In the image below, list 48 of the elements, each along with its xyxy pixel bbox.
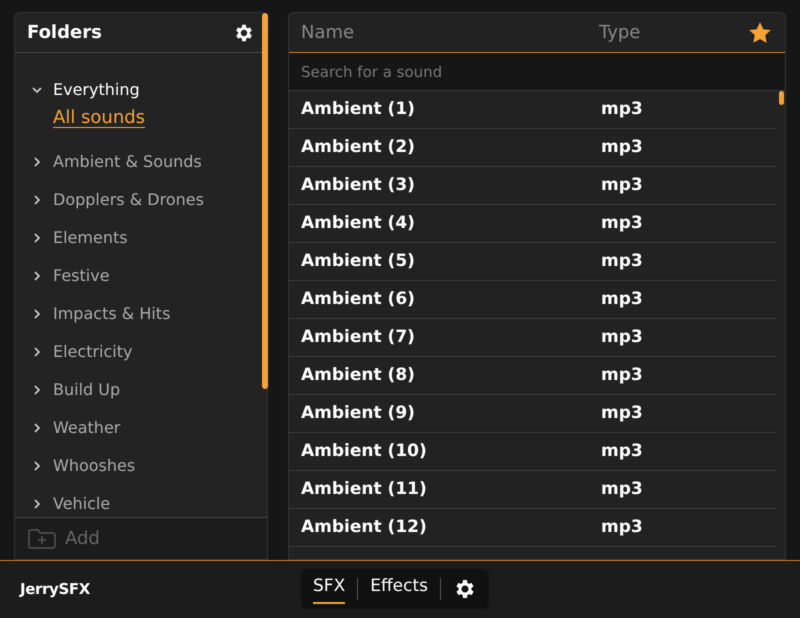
table-cell-text: mp3 — [601, 478, 643, 501]
table-cell-text: mp3 — [601, 98, 643, 121]
table-cell-text: Ambient (2) — [301, 136, 416, 159]
table-cell-text: Ambient (10) — [301, 440, 428, 463]
table-cell-text: Ambient (12) — [301, 516, 428, 539]
table-cell-text: Ambient (3) — [301, 174, 416, 197]
table-cell-text: mp3 — [601, 402, 643, 425]
table-cell-text: Ambient (6) — [301, 288, 416, 311]
table-cell-text: Ambient (1) — [301, 98, 416, 121]
folder-item[interactable]: Everything — [53, 78, 140, 102]
scrollbar-thumb[interactable] — [779, 91, 784, 105]
table-cell-text: Ambient (9) — [301, 402, 416, 425]
panel-title: Folders — [27, 21, 102, 45]
column-header[interactable]: Name — [301, 19, 599, 46]
folder-item[interactable]: Impacts & Hits — [53, 302, 170, 326]
tab[interactable]: SFX — [313, 574, 346, 604]
folder-plus-icon — [27, 528, 57, 550]
folder-link[interactable]: All sounds — [53, 104, 146, 130]
table-cell-text: mp3 — [601, 174, 643, 197]
folder-item[interactable]: Vehicle — [53, 492, 110, 516]
table-cell-text: mp3 — [601, 212, 643, 235]
folder-item[interactable]: Elements — [53, 226, 128, 250]
table-cell-text: Ambient (8) — [301, 364, 416, 387]
table-cell-text: Ambient (11) — [301, 478, 428, 501]
star-icon[interactable] — [747, 20, 773, 46]
table-cell-text: mp3 — [601, 516, 643, 539]
tab[interactable]: Effects — [370, 574, 428, 604]
folder-item[interactable]: Whooshes — [53, 454, 136, 478]
folder-item[interactable]: Electricity — [53, 340, 132, 364]
folder-item[interactable]: Ambient & Sounds — [53, 150, 202, 174]
table-cell-text: Ambient (5) — [301, 250, 416, 273]
folder-item[interactable]: Build Up — [53, 378, 120, 402]
table-cell-text: mp3 — [601, 288, 643, 311]
column-header[interactable]: Type — [599, 19, 747, 46]
chevron-down-icon[interactable] — [31, 86, 43, 94]
table-cell-text: mp3 — [601, 440, 643, 463]
scrollbar-thumb[interactable] — [262, 13, 268, 389]
brand-logo: JerrySFX — [20, 579, 90, 600]
folder-item[interactable]: Festive — [53, 264, 110, 288]
table-cell-text: mp3 — [601, 250, 643, 273]
table-cell-text: mp3 — [601, 364, 643, 387]
table-cell-text: Ambient (4) — [301, 212, 416, 235]
folder-item[interactable]: Dopplers & Drones — [53, 188, 204, 212]
folder-item[interactable]: Weather — [53, 416, 120, 440]
table-cell-text: mp3 — [601, 136, 643, 159]
table-cell-text: mp3 — [601, 326, 643, 349]
search-field[interactable]: Search for a sound — [289, 53, 785, 91]
table-cell-text: Ambient (7) — [301, 326, 416, 349]
